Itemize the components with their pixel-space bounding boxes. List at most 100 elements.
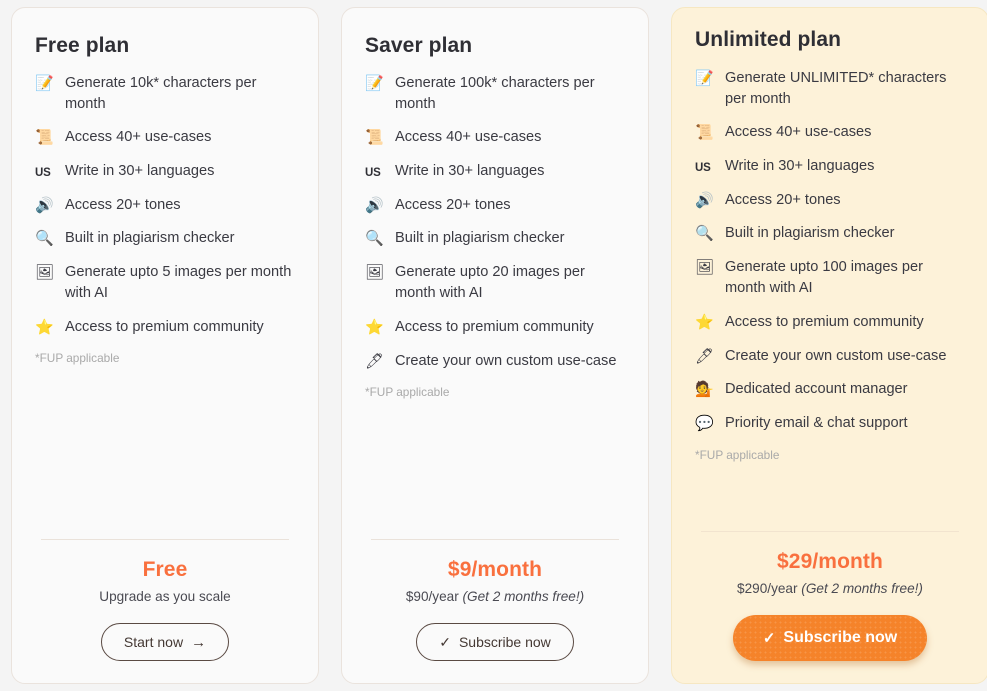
- us-flag-icon: US: [35, 167, 51, 180]
- pen-icon: 🖊: [695, 346, 715, 365]
- feature-item: 📝 Generate 10k* characters per month: [35, 73, 295, 115]
- cta-label: Start now: [123, 634, 184, 650]
- price-block: $9/month $90/year (Get 2 months free!): [365, 540, 625, 604]
- feature-label: Generate upto 20 images per month with A…: [395, 264, 585, 302]
- plan-title: Free plan: [35, 34, 130, 57]
- feature-item: US Write in 30+ languages: [35, 161, 295, 182]
- flex-spacer: [365, 399, 625, 539]
- feature-item: 📜 Access 40+ use-cases: [695, 122, 965, 143]
- price-sub-annual: Upgrade as you scale: [99, 589, 231, 604]
- feature-item: 🖼 Generate upto 100 images per month with…: [695, 257, 965, 299]
- feature-label: Access 40+ use-cases: [65, 129, 212, 146]
- feature-item: 🔍 Built in plagiarism checker: [35, 228, 295, 249]
- feature-item: 🖼 Generate upto 5 images per month with A…: [35, 262, 295, 304]
- price-sub: $90/year (Get 2 months free!): [365, 589, 625, 604]
- framed-picture-icon: 🖼: [365, 263, 385, 282]
- feature-item: 📜 Access 40+ use-cases: [365, 127, 625, 148]
- scroll-icon: 📜: [35, 128, 54, 147]
- fup-note: *FUP applicable: [365, 384, 450, 399]
- feature-item: 📝 Generate 100k* characters per month: [365, 73, 625, 115]
- pen-icon: 🖊: [365, 351, 385, 370]
- framed-picture-icon: 🖼: [695, 258, 715, 277]
- cta-row: Start now →: [35, 604, 295, 683]
- plan-title: Saver plan: [365, 34, 473, 57]
- feature-item: 💁 Dedicated account manager: [695, 379, 965, 400]
- feature-item: ⭐ Access to premium community: [365, 317, 625, 338]
- plan-card-free-plan: Free plan 📝 Generate 10k* characters per m…: [11, 7, 319, 684]
- feature-label: Built in plagiarism checker: [725, 225, 895, 242]
- start-now-button[interactable]: Start now →: [100, 623, 230, 661]
- magnifying-glass-icon: 🔍: [695, 224, 714, 243]
- memo-icon: 📝: [35, 74, 54, 92]
- magnifying-glass-icon: 🔍: [35, 229, 54, 248]
- framed-picture-icon: 🖼: [35, 263, 55, 282]
- feature-item: 🖊 Create your own custom use-case: [695, 346, 965, 367]
- price-sub-promo: (Get 2 months free!): [801, 581, 923, 596]
- speaker-icon: 🔊: [365, 195, 384, 214]
- magnifying-glass-icon: 🔍: [365, 229, 384, 248]
- feature-item: 🔍 Built in plagiarism checker: [695, 223, 965, 244]
- feature-label: Write in 30+ languages: [725, 158, 875, 175]
- feature-item: 🔊 Access 20+ tones: [695, 190, 965, 211]
- feature-label: Access to premium community: [65, 318, 264, 335]
- speech-balloon-icon: 💬: [695, 414, 714, 433]
- fup-note: *FUP applicable: [695, 447, 780, 462]
- feature-label: Access 20+ tones: [65, 196, 181, 213]
- price-sub-promo: (Get 2 months free!): [462, 589, 585, 604]
- price-block: Free Upgrade as you scale: [35, 540, 295, 604]
- arrow-right-icon: →: [191, 633, 207, 651]
- price-main: $29/month: [777, 550, 883, 573]
- check-icon: ✓: [762, 629, 776, 647]
- fup-note: *FUP applicable: [35, 351, 120, 366]
- flex-spacer: [35, 365, 295, 539]
- feature-label: Generate upto 5 images per month with AI: [65, 264, 292, 302]
- plan-card-unlimited-plan: Unlimited plan 📝 Generate UNLIMITED* chara…: [671, 7, 987, 684]
- price-sub: $290/year (Get 2 months free!): [695, 581, 965, 596]
- pricing-plans-container: Free plan 📝 Generate 10k* characters per m…: [0, 0, 987, 691]
- us-flag-icon: US: [695, 162, 711, 175]
- feature-label: Generate 100k* characters per month: [395, 75, 595, 112]
- check-icon: ✓: [439, 634, 451, 650]
- feature-label: Priority email & chat support: [725, 415, 908, 432]
- feature-item: 📜 Access 40+ use-cases: [35, 127, 295, 148]
- feature-label: Access 40+ use-cases: [725, 124, 872, 141]
- speaker-icon: 🔊: [35, 195, 54, 214]
- feature-label: Generate UNLIMITED* characters per month: [725, 70, 947, 107]
- price-sub-annual: $290/year: [737, 581, 802, 596]
- feature-label: Dedicated account manager: [725, 381, 908, 398]
- feature-item: 📝 Generate UNLIMITED* characters per mont…: [695, 68, 965, 110]
- cta-label: Subscribe now: [458, 634, 551, 650]
- feature-item: US Write in 30+ languages: [695, 156, 965, 177]
- feature-item: 💬 Priority email & chat support: [695, 413, 965, 434]
- feature-item: 🖼 Generate upto 20 images per month with …: [365, 262, 625, 304]
- feature-label: Write in 30+ languages: [65, 163, 215, 180]
- us-flag-icon: US: [365, 167, 381, 180]
- feature-label: Write in 30+ languages: [395, 163, 545, 180]
- feature-label: Built in plagiarism checker: [395, 230, 565, 247]
- speaker-icon: 🔊: [695, 190, 714, 209]
- feature-item: 🖊 Create your own custom use-case: [365, 351, 625, 372]
- feature-list: 📝 Generate 100k* characters per month 📜 Acc…: [365, 73, 625, 372]
- price-sub: Upgrade as you scale: [35, 589, 295, 604]
- star-icon: ⭐: [695, 312, 714, 331]
- feature-item: 🔊 Access 20+ tones: [365, 195, 625, 216]
- feature-label: Create your own custom use-case: [725, 347, 947, 364]
- star-icon: ⭐: [365, 317, 384, 336]
- star-icon: ⭐: [35, 317, 54, 336]
- feature-item: 🔊 Access 20+ tones: [35, 195, 295, 216]
- subscribe-now-button[interactable]: ✓ Subscribe now: [416, 623, 574, 661]
- plan-card-saver-plan: Saver plan 📝 Generate 100k* characters per…: [341, 7, 649, 684]
- memo-icon: 📝: [695, 69, 714, 87]
- feature-label: Access to premium community: [725, 313, 924, 330]
- memo-icon: 📝: [365, 74, 384, 92]
- account-manager-icon: 💁: [695, 380, 714, 399]
- flex-spacer: [695, 462, 965, 531]
- feature-label: Generate upto 100 images per month with …: [725, 259, 923, 297]
- subscribe-now-button[interactable]: ✓ Subscribe now: [732, 615, 928, 661]
- feature-label: Access 20+ tones: [725, 191, 841, 208]
- feature-item: ⭐ Access to premium community: [695, 312, 965, 333]
- feature-label: Create your own custom use-case: [395, 352, 617, 369]
- feature-list: 📝 Generate 10k* characters per month 📜 Acce…: [35, 73, 295, 338]
- feature-item: 🔍 Built in plagiarism checker: [365, 228, 625, 249]
- price-main: Free: [142, 558, 188, 581]
